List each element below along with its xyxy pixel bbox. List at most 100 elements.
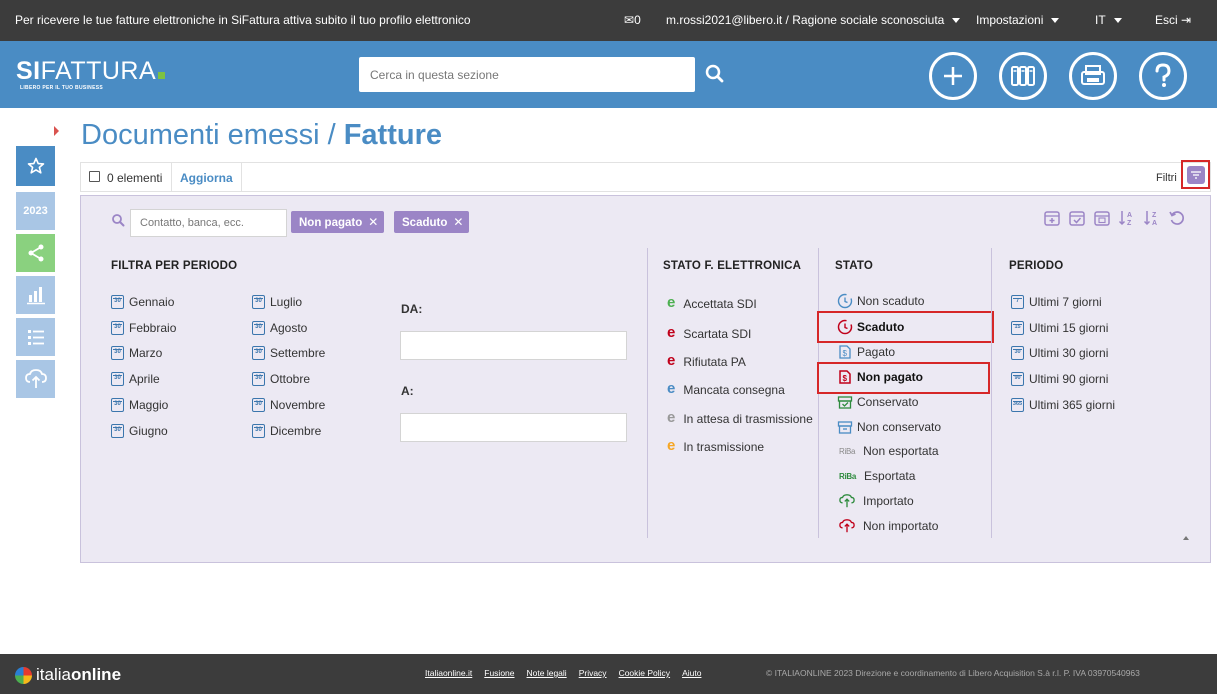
favorites-button[interactable] <box>16 146 55 186</box>
period-filter-title: FILTRA PER PERIODO <box>111 260 238 272</box>
calendar-month-icon[interactable] <box>1092 208 1112 228</box>
period-90-days[interactable]: 90 Ultimi 90 giorni <box>1011 372 1108 386</box>
sort-za-icon[interactable]: ZA <box>1142 208 1162 228</box>
add-document-button[interactable] <box>929 52 977 100</box>
page-title: Documenti emessi / Fatture <box>81 119 442 152</box>
calendar-icon: 30 <box>252 346 265 360</box>
profile-notice[interactable]: Per ricevere le tue fatture elettroniche… <box>15 13 471 27</box>
month-marzo[interactable]: 30 Marzo <box>111 346 162 360</box>
state-non-conservato[interactable]: Non conservato <box>837 419 941 435</box>
period-365-days[interactable]: 365 Ultimi 365 giorni <box>1011 398 1115 412</box>
year-selector[interactable]: 2023 <box>16 192 55 230</box>
refresh-button[interactable]: Aggiorna <box>180 171 233 185</box>
ef-label: Rifiutata PA <box>683 355 746 369</box>
close-icon[interactable]: ✕ <box>453 215 463 229</box>
state-non-scaduto[interactable]: Non scaduto <box>837 293 924 309</box>
chip-label: Scaduto <box>402 217 448 229</box>
month-febbraio[interactable]: 30 Febbraio <box>111 321 176 335</box>
unpaid-icon: $ <box>837 369 853 385</box>
reset-icon[interactable] <box>1167 208 1187 228</box>
header-search-button[interactable] <box>695 57 735 92</box>
calendar-icon: 30 <box>252 372 265 386</box>
status-title: STATO <box>835 260 874 272</box>
state-non-importato[interactable]: Non importato <box>839 518 938 534</box>
period-15-days[interactable]: 15 Ultimi 15 giorni <box>1011 321 1108 335</box>
to-date-input[interactable] <box>400 413 627 442</box>
period-7-days[interactable]: 7 Ultimi 7 giorni <box>1011 295 1102 309</box>
ef-rifiutata-pa[interactable]: e Rifiutata PA <box>667 352 746 370</box>
state-label: Esportata <box>864 469 916 483</box>
sidebar-expand-arrow[interactable] <box>54 126 59 136</box>
ef-accettata-sdi[interactable]: e Accettata SDI <box>667 294 757 312</box>
month-novembre[interactable]: 30 Novembre <box>252 398 325 412</box>
logout-link[interactable]: Esci ⇥ <box>1155 13 1191 27</box>
sifattura-logo[interactable]: SIFATTURA LIBERO PER IL TUO BUSINESS <box>16 57 166 91</box>
share-button[interactable] <box>16 234 55 272</box>
riba-green-icon: RiBa <box>839 471 857 481</box>
statistics-button[interactable] <box>16 276 55 314</box>
upload-button[interactable] <box>16 360 55 398</box>
einvoice-status-title: STATO F. ELETTRONICA <box>663 260 802 272</box>
collapse-panel-icon[interactable] <box>1183 536 1189 540</box>
period-label: Ultimi 15 giorni <box>1029 321 1109 335</box>
ef-scartata-sdi[interactable]: e Scartata SDI <box>667 323 751 342</box>
ef-label: Mancata consegna <box>683 383 785 397</box>
language-menu[interactable]: IT <box>1095 13 1122 27</box>
state-label: Non scaduto <box>857 294 925 308</box>
footer-link-cookie-policy[interactable]: Cookie Policy <box>619 668 671 678</box>
state-conservato[interactable]: Conservato <box>837 394 918 410</box>
ef-in-attesa[interactable]: e In attesa di trasmissione <box>667 409 813 427</box>
archive-button[interactable] <box>999 52 1047 100</box>
italiaonline-logo[interactable]: italia online <box>15 665 121 685</box>
settings-menu[interactable]: Impostazioni <box>976 13 1060 27</box>
month-maggio[interactable]: 30 Maggio <box>111 398 168 412</box>
state-esportata[interactable]: RiBa Esportata <box>839 469 915 483</box>
month-gennaio[interactable]: 30 Gennaio <box>111 295 174 309</box>
search-icon <box>705 64 724 83</box>
e-icon: e <box>667 323 676 341</box>
state-pagato[interactable]: $ Pagato <box>837 344 895 360</box>
month-luglio[interactable]: 30 Luglio <box>252 295 302 309</box>
filter-icon <box>1187 166 1205 184</box>
mail-counter[interactable]: ✉0 <box>624 13 641 27</box>
ef-in-trasmissione[interactable]: e In trasmissione <box>667 437 764 455</box>
footer-link-aiuto[interactable]: Aiuto <box>682 668 701 678</box>
state-non-pagato[interactable]: $ Non pagato <box>837 369 923 385</box>
month-agosto[interactable]: 30 Agosto <box>252 321 307 335</box>
close-icon[interactable]: ✕ <box>368 215 378 229</box>
footer-link-privacy[interactable]: Privacy <box>579 668 607 678</box>
footer-link-italiaonline[interactable]: Italiaonline.it <box>425 668 472 678</box>
chip-scaduto[interactable]: Scaduto ✕ <box>394 211 470 233</box>
clock-icon <box>837 293 853 309</box>
filter-toggle-button[interactable] <box>1181 160 1210 189</box>
period-30-days[interactable]: 30 Ultimi 30 giorni <box>1011 346 1108 360</box>
user-menu[interactable]: m.rossi2021@libero.it / Ragione sociale … <box>666 13 961 27</box>
italiaonline-ball-icon <box>15 666 32 684</box>
calendar-icon: 30 <box>252 321 265 335</box>
list-button[interactable] <box>16 318 55 356</box>
month-settembre[interactable]: 30 Settembre <box>252 346 325 360</box>
calendar-add-icon[interactable] <box>1042 208 1062 228</box>
state-scaduto[interactable]: Scaduto <box>837 319 904 335</box>
header-search-input[interactable] <box>359 57 695 92</box>
state-non-esportata[interactable]: RiBa Non esportata <box>839 444 939 458</box>
print-button[interactable] <box>1069 52 1117 100</box>
state-importato[interactable]: Importato <box>839 493 914 509</box>
month-dicembre[interactable]: 30 Dicembre <box>252 424 321 438</box>
month-ottobre[interactable]: 30 Ottobre <box>252 372 310 386</box>
calendar-check-icon[interactable] <box>1067 208 1087 228</box>
from-date-input[interactable] <box>400 331 627 360</box>
ef-mancata-consegna[interactable]: e Mancata consegna <box>667 380 785 398</box>
share-icon <box>28 244 43 262</box>
month-giugno[interactable]: 30 Giugno <box>111 424 168 438</box>
footer-link-fusione[interactable]: Fusione <box>484 668 514 678</box>
month-aprile[interactable]: 30 Aprile <box>111 372 160 386</box>
chip-non-pagato[interactable]: Non pagato ✕ <box>291 211 385 233</box>
select-all-checkbox[interactable] <box>89 171 100 182</box>
state-label: Non conservato <box>857 420 942 434</box>
help-button[interactable] <box>1139 52 1187 100</box>
filter-search-input[interactable] <box>131 210 286 236</box>
footer-link-note-legali[interactable]: Note legali <box>527 668 567 678</box>
year-label: 2023 <box>23 205 48 217</box>
sort-az-icon[interactable]: AZ <box>1117 208 1137 228</box>
